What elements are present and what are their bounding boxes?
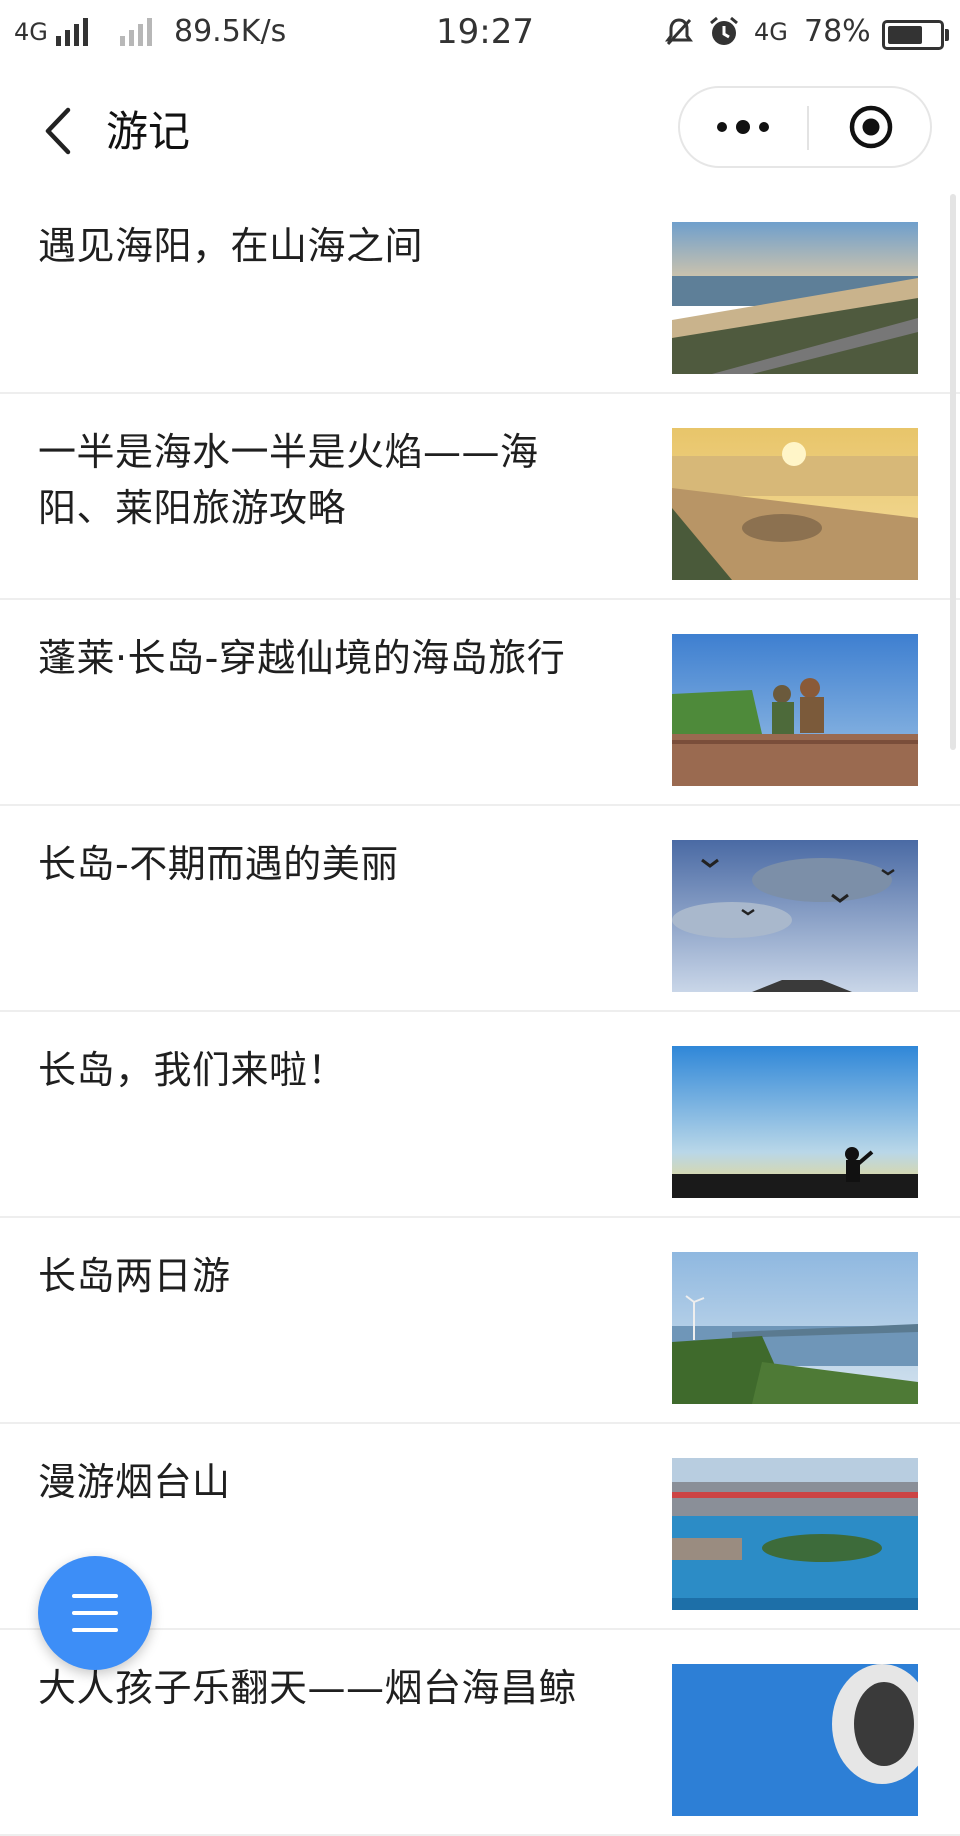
article-thumbnail: [672, 1458, 918, 1610]
network-type-left: 4G: [14, 18, 48, 46]
article-title: 漫游烟台山: [38, 1460, 231, 1504]
article-title: 长岛-不期而遇的美丽: [38, 842, 399, 886]
mini-program-capsule: [678, 86, 932, 168]
article-title: 大人孩子乐翻天——烟台海昌鲸: [38, 1666, 578, 1710]
network-type-right: 4G: [754, 18, 788, 46]
list-item[interactable]: 一半是海水一半是火焰——海阳、莱阳旅游攻略: [0, 394, 960, 600]
mute-icon: [665, 18, 693, 46]
article-thumbnail: [672, 840, 918, 992]
article-title: 一半是海水一半是火焰——海阳、莱阳旅游攻略: [38, 430, 539, 530]
article-title: 长岛两日游: [38, 1254, 231, 1298]
list-item[interactable]: 大人孩子乐翻天——烟台海昌鲸: [0, 1630, 960, 1836]
signal-icon: [56, 18, 88, 46]
clock: 19:27: [436, 12, 534, 52]
more-button[interactable]: [680, 88, 806, 166]
scrollbar[interactable]: [950, 194, 956, 750]
article-thumbnail: [672, 222, 918, 374]
capsule-divider: [807, 106, 809, 150]
list-item[interactable]: 遇见海阳，在山海之间: [0, 188, 960, 394]
status-icons: [664, 16, 740, 48]
back-arrow-icon[interactable]: [38, 106, 82, 156]
more-dots-icon: [717, 120, 769, 134]
list-item[interactable]: 长岛-不期而遇的美丽: [0, 806, 960, 1012]
article-title: 蓬莱·长岛-穿越仙境的海岛旅行: [38, 636, 566, 680]
page-title: 游记: [106, 107, 191, 156]
battery-icon: [882, 20, 949, 50]
close-button[interactable]: [810, 88, 932, 166]
article-thumbnail: [672, 428, 918, 580]
article-thumbnail: [672, 634, 918, 786]
battery-percent: 78%: [804, 14, 871, 49]
alarm-icon: [710, 16, 738, 45]
article-thumbnail: [672, 1664, 918, 1816]
article-thumbnail: [672, 1252, 918, 1404]
list-item[interactable]: 蓬莱·长岛-穿越仙境的海岛旅行: [0, 600, 960, 806]
nav-bar: 游记: [0, 68, 960, 188]
network-speed: 89.5K/s: [174, 14, 287, 49]
target-icon: [849, 105, 893, 149]
status-bar: 4G 89.5K/s 19:27 4G 78%: [0, 0, 960, 68]
article-title: 长岛，我们来啦！: [38, 1048, 347, 1092]
list-item[interactable]: 长岛，我们来啦！: [0, 1012, 960, 1218]
menu-icon: [72, 1594, 118, 1632]
article-title: 遇见海阳，在山海之间: [38, 224, 424, 268]
signal-weak-icon: [120, 18, 152, 46]
menu-fab-button[interactable]: [38, 1556, 152, 1670]
list-item[interactable]: 长岛两日游: [0, 1218, 960, 1424]
article-thumbnail: [672, 1046, 918, 1198]
